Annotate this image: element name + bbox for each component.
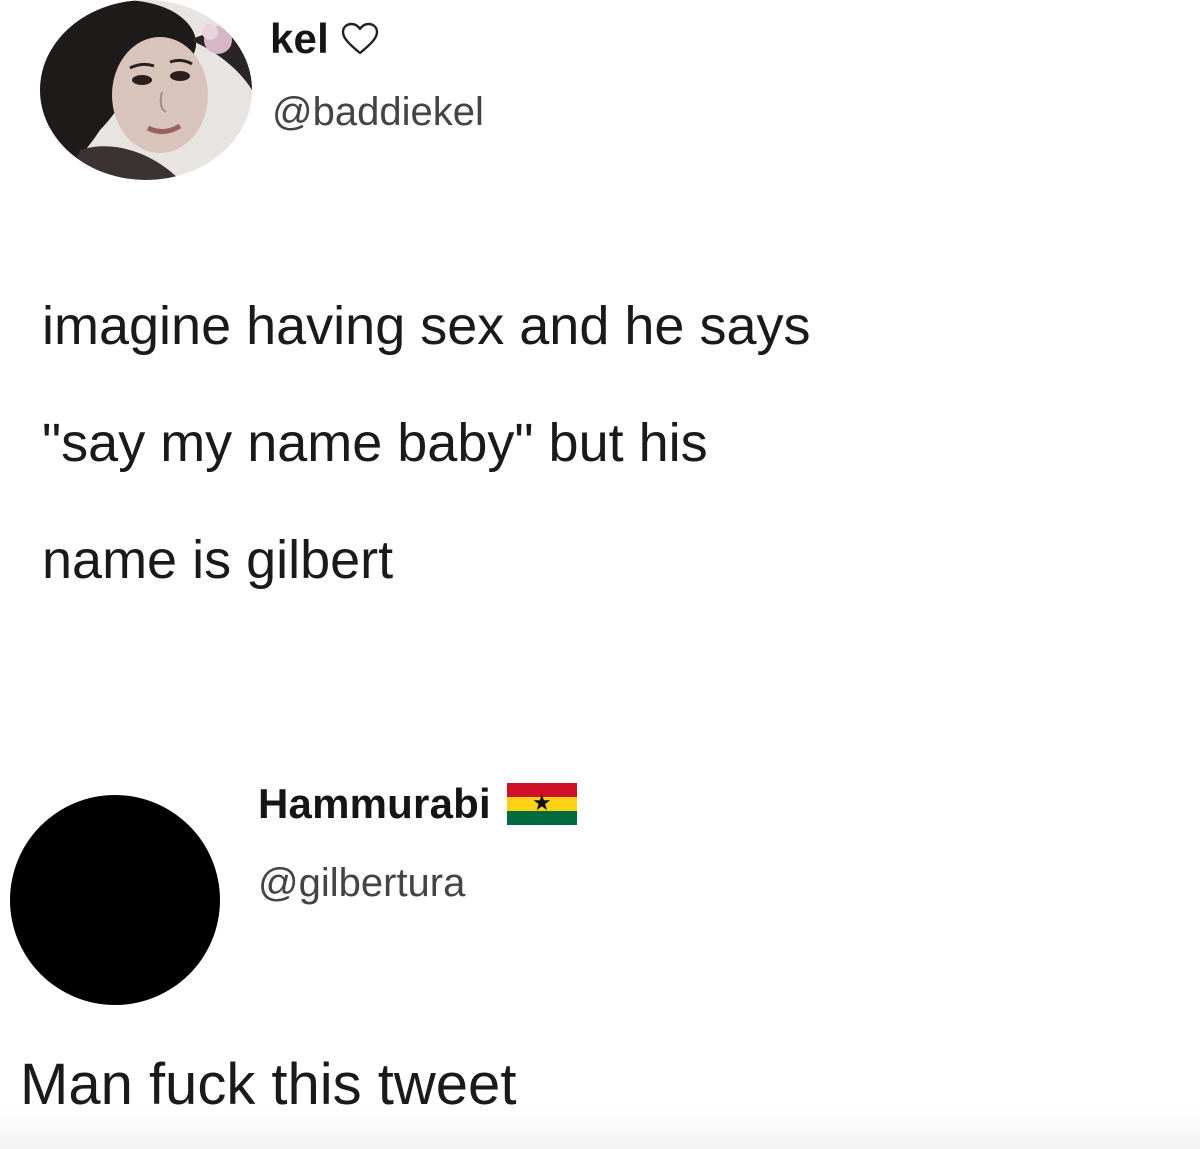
author-name-row: kel — [270, 18, 379, 60]
ghana-flag-icon: ★ — [506, 783, 577, 825]
tweet-card: kel @baddiekel imagine having sex and he… — [0, 0, 1200, 640]
user-handle[interactable]: @gilbertura — [258, 863, 465, 903]
flag-star-icon: ★ — [532, 790, 552, 815]
avatar[interactable] — [40, 0, 252, 180]
tweet-text: imagine having sex and he says "say my n… — [42, 296, 811, 590]
author-name-row: Hammurabi ★ — [258, 783, 577, 825]
display-name[interactable]: kel — [270, 18, 329, 60]
avatar[interactable] — [10, 795, 220, 1005]
heart-outline-icon — [341, 22, 379, 56]
bottom-fade — [0, 1109, 1200, 1149]
tweet-card: Hammurabi ★ @gilbertura Man fuck this tw… — [0, 720, 1200, 1149]
user-handle[interactable]: @baddiekel — [272, 92, 484, 132]
display-name[interactable]: Hammurabi — [258, 783, 491, 825]
